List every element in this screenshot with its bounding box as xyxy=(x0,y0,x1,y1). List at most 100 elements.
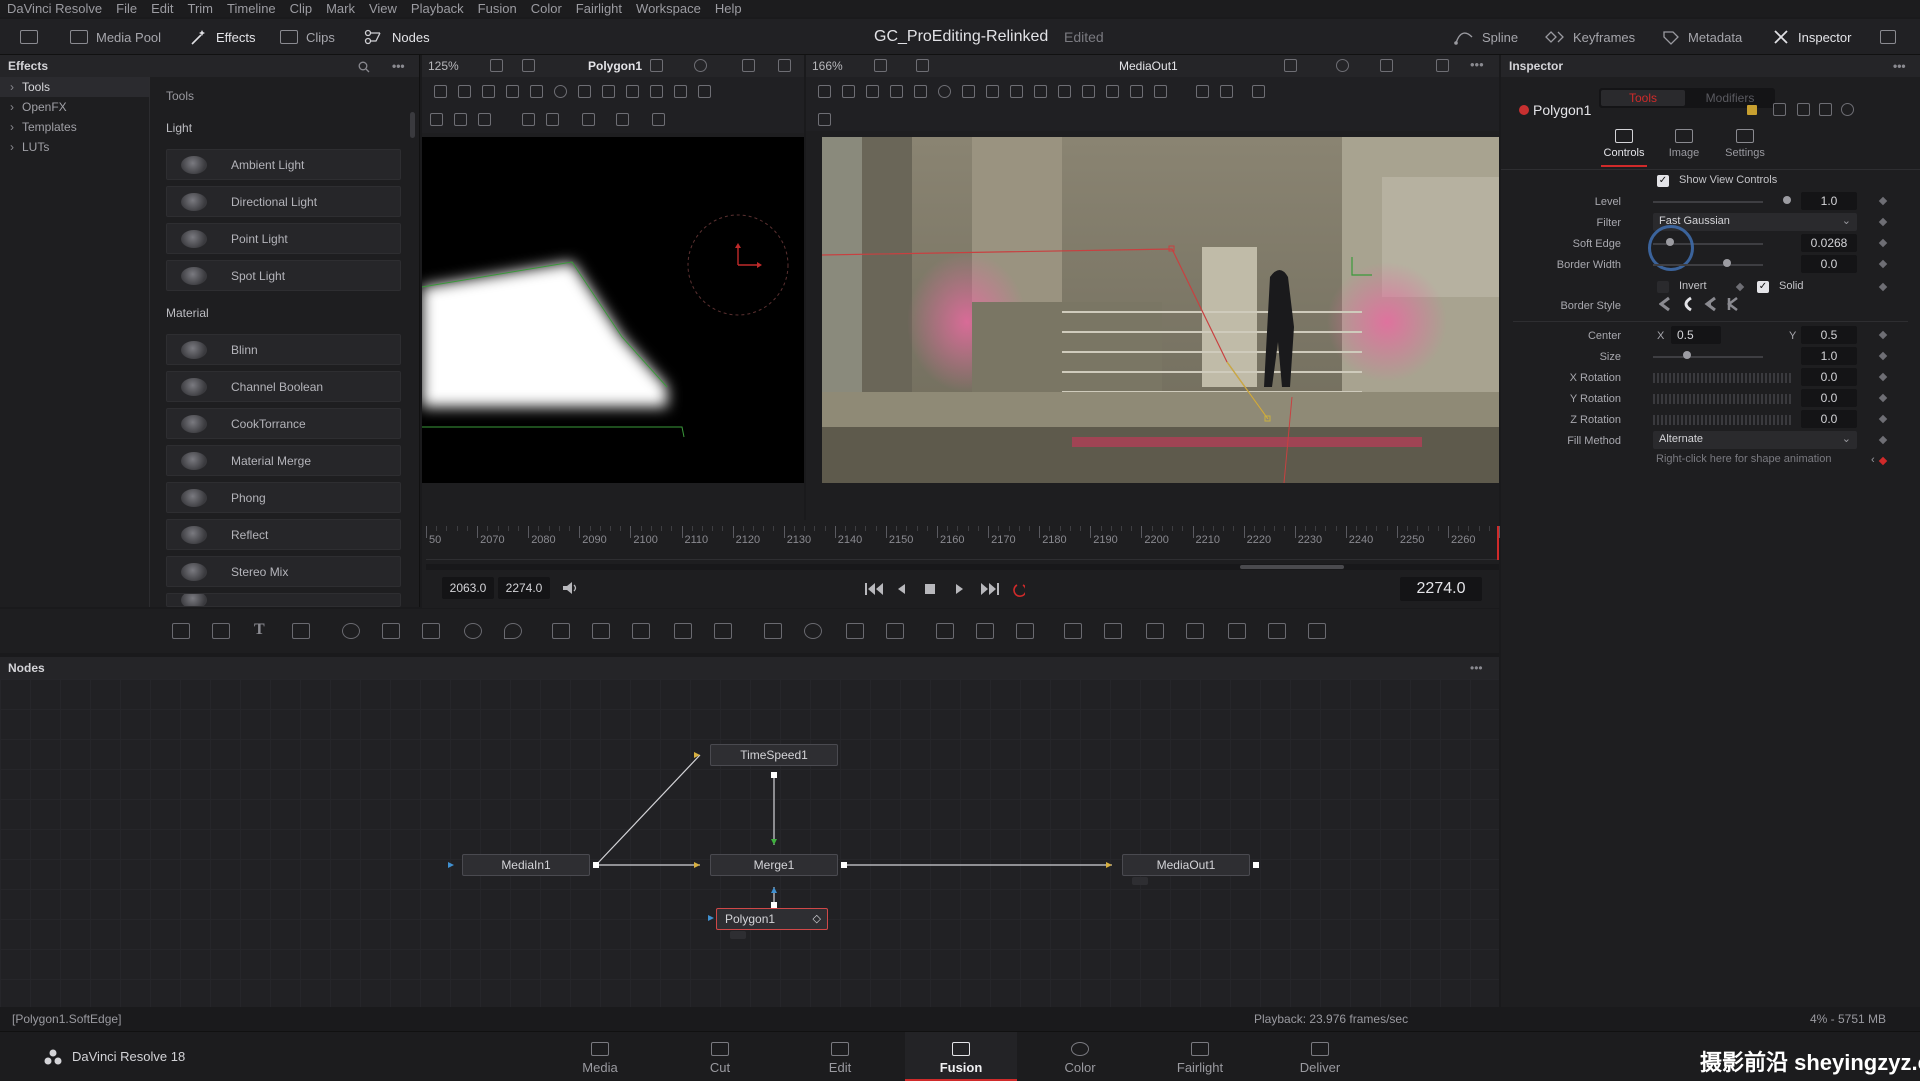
metadata-button[interactable]: Metadata xyxy=(1662,26,1742,48)
scroll-thumb[interactable] xyxy=(1240,565,1344,569)
stop-icon[interactable] xyxy=(925,584,935,594)
x-rotation-dial[interactable] xyxy=(1653,373,1793,383)
merge-tool-icon[interactable] xyxy=(552,623,570,639)
color-correct-icon[interactable] xyxy=(422,623,440,639)
fx-item-spot-light[interactable]: Spot Light xyxy=(166,260,401,291)
size-slider[interactable] xyxy=(1653,356,1763,358)
color-curves-icon[interactable] xyxy=(382,623,400,639)
menu-help[interactable]: Help xyxy=(708,0,749,17)
menu-mark[interactable]: Mark xyxy=(319,0,362,17)
media-pool-button[interactable]: Media Pool xyxy=(70,26,161,48)
tree-item-templates[interactable]: › Templates xyxy=(0,117,149,137)
3d-text-icon[interactable] xyxy=(1146,623,1164,639)
linear-icon[interactable] xyxy=(986,85,999,98)
x-rotation-value[interactable]: 0.0 xyxy=(1801,368,1857,386)
keyframe-diamond-icon[interactable] xyxy=(1878,259,1888,269)
tool-icon[interactable] xyxy=(582,113,595,126)
tool-icon[interactable] xyxy=(652,113,665,126)
select-tool-icon[interactable] xyxy=(866,85,879,98)
level-value[interactable]: 1.0 xyxy=(1801,192,1857,210)
3d-camera-icon[interactable] xyxy=(1268,623,1286,639)
tab-tools[interactable]: Tools xyxy=(1601,90,1685,106)
tool-icon[interactable] xyxy=(478,113,491,126)
node-mediaout[interactable]: MediaOut1 xyxy=(1122,854,1250,876)
reset-icon[interactable] xyxy=(1841,103,1854,116)
grid-icon[interactable] xyxy=(1380,59,1393,72)
speaker-icon[interactable] xyxy=(562,581,580,595)
border-width-slider-knob[interactable] xyxy=(1723,259,1731,267)
go-to-start-icon-arrows[interactable] xyxy=(868,583,883,595)
brightness-icon[interactable] xyxy=(464,623,482,639)
invert-checkbox[interactable] xyxy=(1657,281,1669,293)
3d-image-plane-icon[interactable] xyxy=(1308,623,1326,639)
rectangle-mask-icon[interactable] xyxy=(764,623,782,639)
step-back-icon[interactable] xyxy=(898,584,905,594)
matte-control-icon[interactable] xyxy=(632,623,650,639)
polygon-tool-icon[interactable] xyxy=(818,85,831,98)
3d-shape-icon[interactable] xyxy=(1064,623,1082,639)
keyframes-button[interactable]: Keyframes xyxy=(1545,26,1635,48)
more-options-icon[interactable]: ••• xyxy=(1470,57,1484,72)
reverse-icon[interactable] xyxy=(1034,85,1047,98)
pen-tool-icon[interactable] xyxy=(458,85,471,98)
text-tool-icon[interactable]: T xyxy=(254,621,265,639)
planar-tracker-icon[interactable] xyxy=(976,623,994,639)
menu-color[interactable]: Color xyxy=(524,0,569,17)
loop-icon[interactable] xyxy=(554,85,567,98)
brush-tool-icon[interactable] xyxy=(292,623,310,639)
keyframe-diamond-icon[interactable] xyxy=(1878,238,1888,248)
border-miter-icon[interactable] xyxy=(1659,296,1670,312)
keyframe-diamond-icon[interactable] xyxy=(1878,330,1888,340)
menu-fusion[interactable]: Fusion xyxy=(471,0,524,17)
nodes-button[interactable]: Nodes xyxy=(364,26,430,48)
y-rotation-dial[interactable] xyxy=(1653,394,1793,404)
node-color-swatch[interactable] xyxy=(1747,105,1757,115)
menu-davinci[interactable]: DaVinci Resolve xyxy=(0,0,109,17)
ellipse-mask-icon[interactable] xyxy=(804,623,822,639)
shape-animation-hint[interactable]: Right-click here for shape animation xyxy=(1656,453,1831,465)
viewer-option-icon[interactable] xyxy=(874,59,887,72)
inspector-button[interactable]: Inspector xyxy=(1772,26,1851,48)
view-option-icon[interactable] xyxy=(1436,59,1449,72)
select-all-icon[interactable] xyxy=(626,85,639,98)
page-media[interactable]: Media xyxy=(545,1032,655,1081)
keyframe-diamond-icon[interactable] xyxy=(1735,282,1745,292)
grid-icon[interactable] xyxy=(742,59,755,72)
video-frame[interactable] xyxy=(822,137,1499,483)
page-edit[interactable]: Edit xyxy=(785,1032,895,1081)
page-deliver[interactable]: Deliver xyxy=(1265,1032,1375,1081)
keyframe-diamond-icon[interactable] xyxy=(1878,217,1888,227)
viewer-option-icon[interactable] xyxy=(490,59,503,72)
soft-edge-value[interactable]: 0.0268 xyxy=(1801,234,1857,252)
chevron-left-icon[interactable]: ‹ xyxy=(1871,454,1875,466)
subtab-image[interactable]: Image xyxy=(1661,127,1707,167)
point-tool-icon[interactable] xyxy=(506,85,519,98)
tool-icon[interactable] xyxy=(454,113,467,126)
particle-tool-icon[interactable] xyxy=(342,623,360,639)
zoom-level[interactable]: 125% xyxy=(428,59,459,73)
play-icon[interactable] xyxy=(956,584,963,594)
keyframe-diamond-icon[interactable] xyxy=(1878,282,1888,292)
fx-item-directional-light[interactable]: Directional Light xyxy=(166,186,401,217)
keyframe-diamond-icon[interactable] xyxy=(1878,372,1888,382)
expand-button[interactable] xyxy=(1880,26,1896,48)
effects-button[interactable]: Effects xyxy=(190,26,256,48)
menu-timeline[interactable]: Timeline xyxy=(220,0,283,17)
level-slider-knob[interactable] xyxy=(1783,196,1791,204)
insert-tool-icon[interactable] xyxy=(530,85,543,98)
pin-icon[interactable] xyxy=(1797,103,1810,116)
keyframe-diamond-icon[interactable] xyxy=(1878,393,1888,403)
keyframe-diamond-icon[interactable] xyxy=(1878,196,1888,206)
page-color[interactable]: Color xyxy=(1025,1032,1135,1081)
fx-item-cooktorrance[interactable]: CookTorrance xyxy=(166,408,401,439)
color-channel-icon[interactable] xyxy=(1336,59,1349,72)
tool-icon[interactable] xyxy=(818,113,831,126)
solid-checkbox[interactable]: ✓ xyxy=(1757,281,1769,293)
border-round-icon[interactable] xyxy=(1684,296,1692,312)
fx-item-phong[interactable]: Phong xyxy=(166,482,401,513)
node-timespeed[interactable]: TimeSpeed1 xyxy=(710,744,838,766)
select-tool-icon[interactable] xyxy=(482,85,495,98)
y-rotation-value[interactable]: 0.0 xyxy=(1801,389,1857,407)
page-fusion[interactable]: Fusion xyxy=(905,1032,1017,1081)
more-options-icon[interactable]: ••• xyxy=(1470,657,1483,679)
